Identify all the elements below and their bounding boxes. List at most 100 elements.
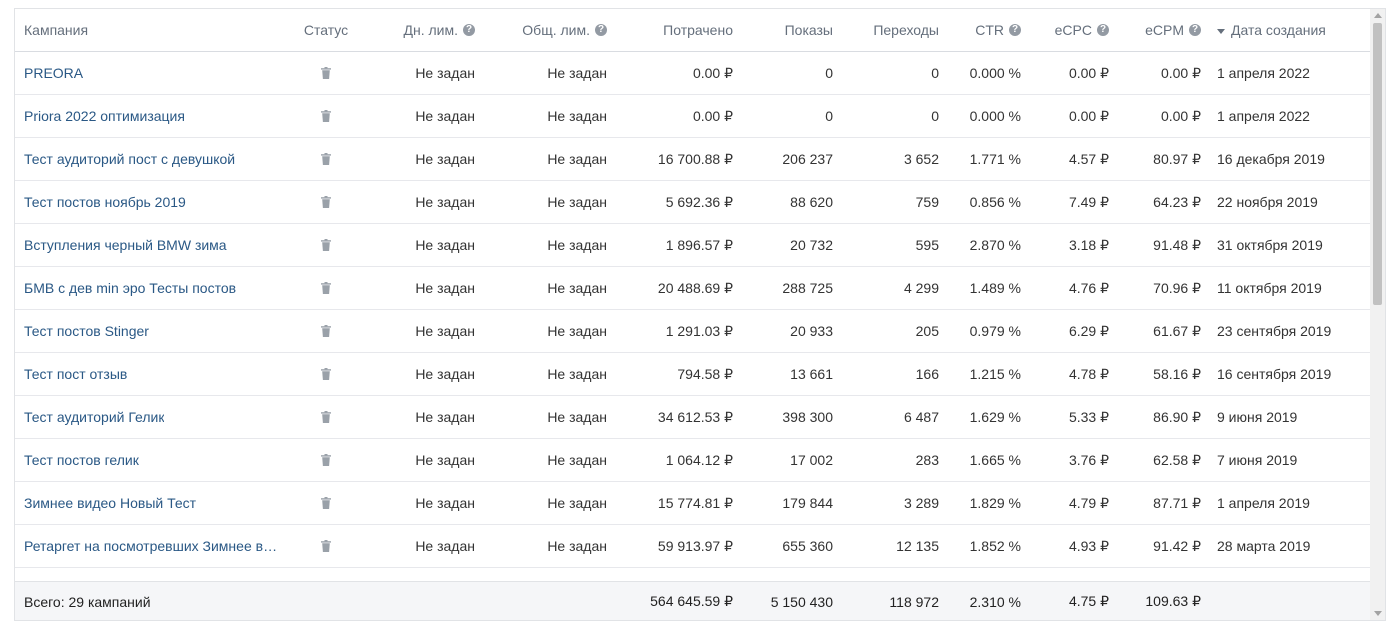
ecpm-value: 70.96 ₽ [1153, 279, 1201, 296]
ctr-value: 2.870 % [969, 237, 1021, 253]
ecpc-value: 4.79 ₽ [1068, 494, 1109, 511]
total-ecpm: 109.63 ₽ [1145, 593, 1201, 609]
campaign-link[interactable]: Зимнее видео Новый Тест [24, 495, 196, 511]
col-header-ecpc[interactable]: eCPC? [1021, 9, 1109, 51]
created-date-value: 1 апреля 2022 [1217, 65, 1310, 81]
created-date-value: 1 апреля 2022 [1217, 108, 1310, 124]
scrollbar-thumb[interactable] [1373, 23, 1382, 305]
impressions-value: 288 725 [782, 280, 833, 296]
ctr-value: 0.979 % [969, 323, 1021, 339]
spent-value: 0.00 ₽ [692, 107, 733, 124]
trash-icon[interactable] [321, 454, 331, 466]
impressions-value: 179 844 [782, 495, 833, 511]
campaign-link[interactable]: Тест постов ноябрь 2019 [24, 194, 186, 210]
created-date-value: 22 ноября 2019 [1217, 194, 1318, 210]
total-limit-value: Не задан [547, 237, 607, 253]
trash-icon[interactable] [321, 239, 331, 251]
trash-icon[interactable] [321, 110, 331, 122]
help-icon[interactable]: ? [463, 24, 475, 36]
col-header-spent[interactable]: Потрачено [607, 9, 733, 51]
campaign-link[interactable]: PREORA [24, 65, 83, 81]
trash-icon[interactable] [321, 282, 331, 294]
created-date-value: 31 октября 2019 [1217, 237, 1323, 253]
spent-value: 0.00 ₽ [692, 64, 733, 81]
help-icon[interactable]: ? [1097, 24, 1109, 36]
status-cell [281, 310, 371, 352]
ecpc-value: 4.76 ₽ [1068, 279, 1109, 296]
daily-limit-value: Не задан [415, 194, 475, 210]
ecpc-value: 6.29 ₽ [1068, 322, 1109, 339]
col-header-campaign[interactable]: Кампания [24, 9, 280, 51]
ecpc-value: 0.00 ₽ [1068, 107, 1109, 124]
created-date-value: 16 декабря 2019 [1217, 151, 1325, 167]
impressions-value: 13 661 [790, 366, 833, 382]
trash-icon[interactable] [321, 67, 331, 79]
scroll-down-arrow-icon[interactable] [1374, 611, 1382, 616]
trash-icon[interactable] [321, 368, 331, 380]
col-header-daily-limit[interactable]: Дн. лим.? [371, 9, 475, 51]
table-row: БМВ с дев min эро Тесты постов Не задан Не… [15, 267, 1371, 310]
impressions-value: 398 300 [782, 409, 833, 425]
trash-icon[interactable] [321, 411, 331, 423]
table-row: Тест аудиторий пост с девушкой Не задан Не… [15, 138, 1371, 181]
col-header-clicks[interactable]: Переходы [833, 9, 939, 51]
col-header-created-date[interactable]: Дата создания [1217, 9, 1367, 51]
col-header-impressions[interactable]: Показы [733, 9, 833, 51]
status-cell [281, 267, 371, 309]
impressions-value: 20 732 [790, 237, 833, 253]
col-header-total-limit[interactable]: Общ. лим.? [475, 9, 607, 51]
created-date-value: 11 октября 2019 [1217, 280, 1322, 296]
campaign-link[interactable]: БМВ с дев min эро Тесты постов [24, 280, 236, 296]
ctr-value: 1.629 % [969, 409, 1021, 425]
clicks-value: 3 289 [903, 495, 939, 511]
trash-icon[interactable] [321, 497, 331, 509]
total-spent: 564 645.59 ₽ [650, 593, 733, 609]
campaign-link[interactable]: Тест пост отзыв [24, 366, 127, 382]
ctr-value: 1.215 % [969, 366, 1021, 382]
ecpc-value: 3.76 ₽ [1068, 451, 1109, 468]
status-cell [281, 396, 371, 438]
ecpm-value: 0.00 ₽ [1160, 107, 1201, 124]
clicks-value: 591 [833, 568, 939, 581]
status-cell [281, 95, 371, 137]
campaign-link[interactable]: Тест аудиторий пост с девушкой [24, 151, 235, 167]
col-header-status[interactable]: Статус [281, 9, 371, 51]
ecpc-value: 5.33 ₽ [1068, 408, 1109, 425]
ecpm-value: 87.71 ₽ [1153, 494, 1201, 511]
help-icon[interactable]: ? [1189, 24, 1201, 36]
trash-icon[interactable] [321, 196, 331, 208]
status-cell [281, 568, 371, 581]
campaign-link[interactable]: Тест постов Stinger [24, 323, 149, 339]
table-row: Тест постов ноябрь 2019 Не задан Не задан 5… [15, 181, 1371, 224]
total-limit-value: Не задан [547, 108, 607, 124]
campaign-link[interactable]: Тест постов гелик [24, 452, 139, 468]
campaigns-table: Кампания Статус Дн. лим.? Общ. лим.? Пот… [14, 8, 1386, 621]
campaign-link[interactable]: Вступления черный BMW зима [24, 237, 227, 253]
total-limit-value: Не задан [547, 452, 607, 468]
table-scroll-area[interactable]: Кампания Статус Дн. лим.? Общ. лим.? Пот… [15, 9, 1371, 581]
campaign-link[interactable]: Ретаргет на посмотревших Зимнее видео [24, 538, 280, 554]
ecpm-value: 86.90 ₽ [1153, 408, 1201, 425]
help-icon[interactable]: ? [595, 24, 607, 36]
campaign-name-link: Сторис [24, 568, 280, 581]
campaign-link[interactable]: Тест аудиторий Гелик [24, 409, 164, 425]
ctr-value: 0.856 % [969, 194, 1021, 210]
help-icon[interactable]: ? [1009, 24, 1021, 36]
table-row: Priora 2022 оптимизация Не задан Не задан 0… [15, 95, 1371, 138]
status-cell [281, 439, 371, 481]
trash-icon[interactable] [321, 540, 331, 552]
col-header-ecpm[interactable]: eCPM? [1109, 9, 1201, 51]
table-row: Тест постов Stinger Не задан Не задан 1 291… [15, 310, 1371, 353]
vertical-scrollbar[interactable] [1370, 9, 1385, 620]
status-cell [281, 52, 371, 94]
total-limit-value: Не задан [547, 65, 607, 81]
ecpm-value: 64.23 ₽ [1153, 193, 1201, 210]
campaign-link[interactable]: Priora 2022 оптимизация [24, 108, 185, 124]
trash-icon[interactable] [321, 325, 331, 337]
clicks-value: 0 [931, 108, 939, 124]
scroll-up-arrow-icon[interactable] [1374, 13, 1382, 18]
col-header-ctr[interactable]: CTR? [939, 9, 1021, 51]
campaign-name-link: Тест постов ноябрь 2019 [24, 181, 280, 223]
total-limit-value: Не задан [547, 151, 607, 167]
trash-icon[interactable] [321, 153, 331, 165]
